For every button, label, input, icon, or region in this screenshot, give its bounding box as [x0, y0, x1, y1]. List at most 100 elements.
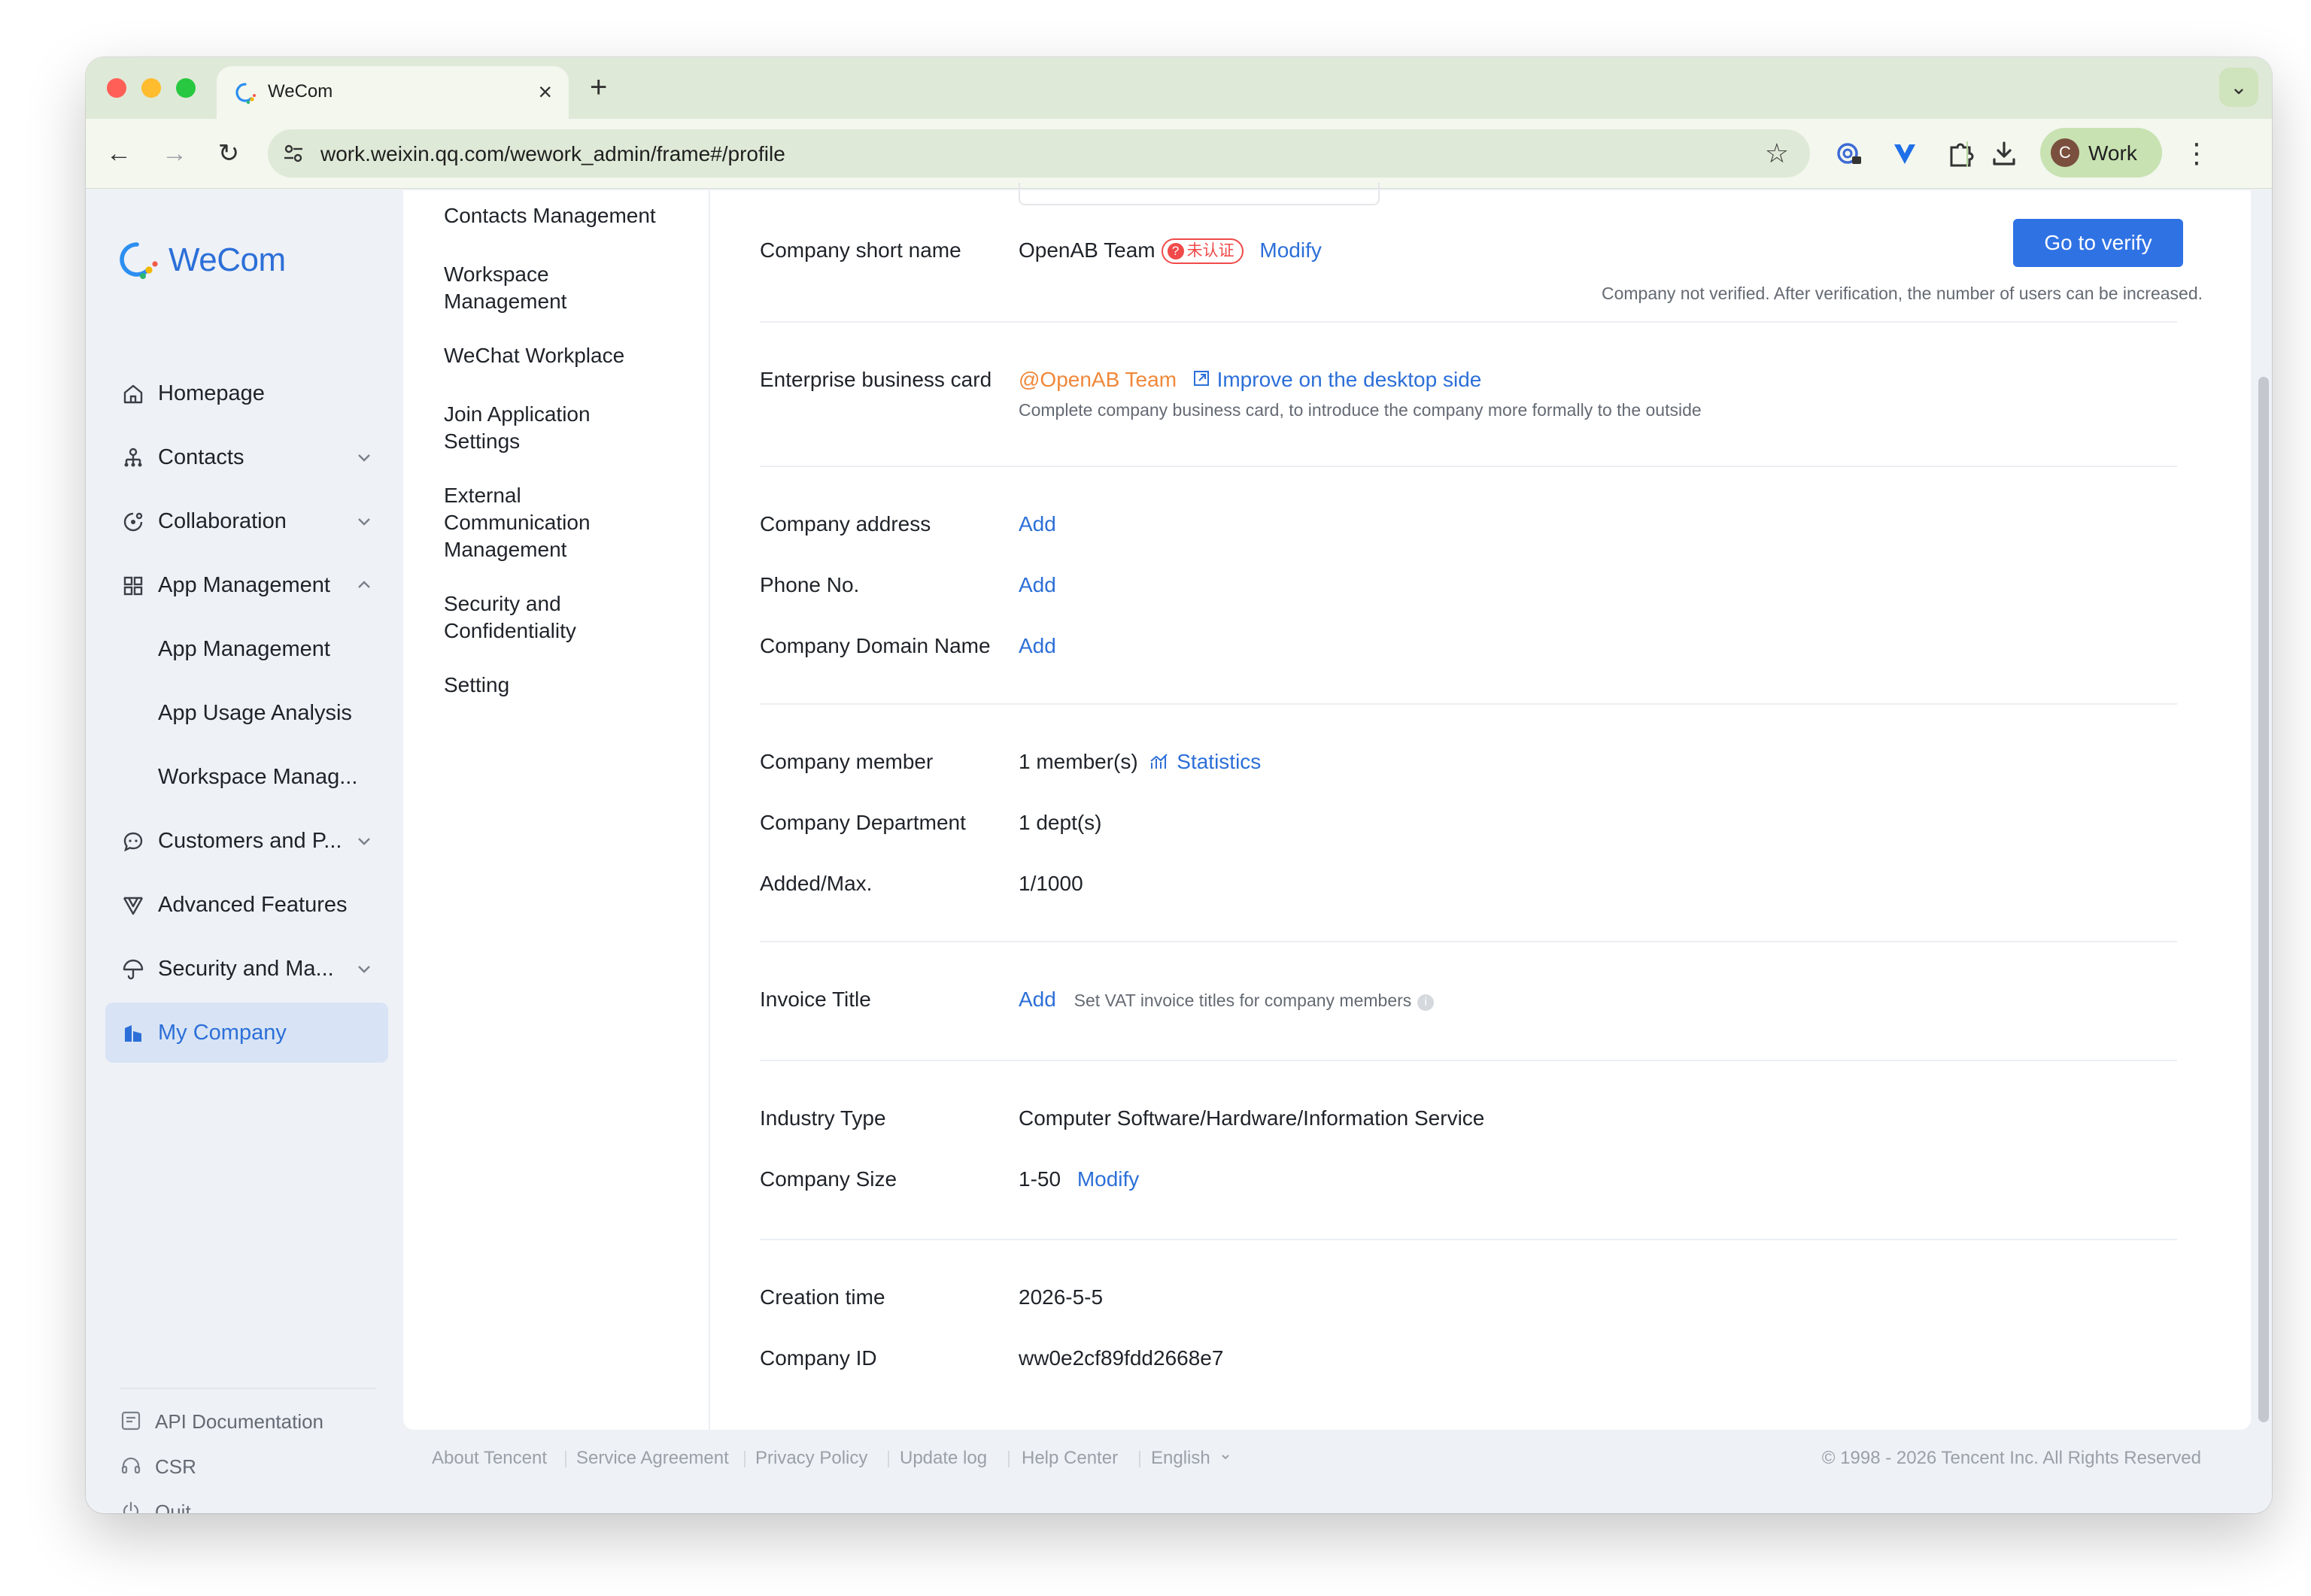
sidebar-item-my-company[interactable]: My Company: [105, 1003, 388, 1063]
member-row: 1 member(s) Statistics: [1019, 750, 1261, 774]
api-documentation-link[interactable]: API Documentation: [120, 1403, 376, 1439]
section-divider: [760, 321, 2177, 323]
improve-desktop-link[interactable]: Improve on the desktop side: [1217, 368, 1482, 391]
sidebar-subitem-app-usage-analysis[interactable]: App Usage Analysis: [105, 683, 388, 743]
profile-button[interactable]: C Work: [2040, 128, 2162, 178]
department-value: 1 dept(s): [1019, 811, 1102, 834]
footer-language-select[interactable]: English: [1151, 1448, 1231, 1469]
sidebar-item-label: My Company: [158, 1021, 287, 1045]
quit-link[interactable]: Quit: [120, 1493, 376, 1513]
sidebar-item-label: App Usage Analysis: [158, 701, 352, 725]
sidebar-item-label: App Management: [158, 573, 330, 597]
add-phone-link[interactable]: Add: [1019, 573, 1056, 597]
extension-vpn-icon[interactable]: [1890, 138, 1920, 168]
footer-link-privacy-policy[interactable]: Privacy Policy: [755, 1448, 867, 1469]
subnav-item-wechat-workplace[interactable]: WeChat Workplace: [444, 342, 700, 369]
main-card: Contacts Management Workspace Management…: [403, 183, 2251, 1430]
maximize-window-button[interactable]: [176, 78, 196, 98]
subnav-item-workspace-management[interactable]: Workspace Management: [444, 261, 594, 315]
scrollbar-thumb[interactable]: [2258, 377, 2269, 1422]
sidebar-item-security[interactable]: Security and Ma...: [105, 939, 388, 999]
browser-toolbar: ← → ↻ work.weixin.qq.com/wework_admin/fr…: [86, 119, 2272, 189]
extensions-puzzle-icon[interactable]: [1945, 138, 1975, 168]
url-text: work.weixin.qq.com/wework_admin/frame#/p…: [320, 142, 785, 165]
avatar: C: [2051, 138, 2079, 167]
business-card-label: Enterprise business card: [760, 368, 992, 391]
add-address-link[interactable]: Add: [1019, 512, 1056, 536]
footer-link-service-agreement[interactable]: Service Agreement: [576, 1448, 729, 1469]
section-divider: [760, 703, 2177, 705]
footer-link-about[interactable]: About Tencent: [432, 1448, 547, 1469]
reload-icon[interactable]: ↻: [211, 135, 247, 171]
external-open-icon: [1193, 371, 1209, 386]
profile-label: Work: [2088, 141, 2137, 165]
collaboration-icon: [123, 512, 143, 532]
creation-time-value: 2026-5-5: [1019, 1285, 1104, 1309]
minimize-window-button[interactable]: [141, 78, 161, 98]
sidebar-item-label: Homepage: [158, 381, 265, 405]
subnav-item-external-communication[interactable]: External Communication Management: [444, 482, 624, 563]
new-tab-icon[interactable]: +: [590, 69, 607, 105]
sidebar-item-label: Advanced Features: [158, 893, 348, 917]
sidebar-item-contacts[interactable]: Contacts: [105, 427, 388, 487]
go-to-verify-button[interactable]: Go to verify: [2013, 219, 2183, 267]
chevron-down-icon: [1222, 1455, 1230, 1460]
subnav-item-join-application-settings[interactable]: Join Application Settings: [444, 401, 624, 455]
umbrella-icon: [123, 959, 144, 980]
verify-hint-text: Company not verified. After verification…: [1601, 284, 2203, 303]
sidebar-item-collaboration[interactable]: Collaboration: [105, 491, 388, 551]
page-scrollbar[interactable]: [2255, 189, 2272, 1513]
csr-link[interactable]: CSR: [120, 1448, 376, 1484]
footer-link-help-center[interactable]: Help Center: [1022, 1448, 1118, 1469]
forward-arrow-icon[interactable]: →: [156, 135, 193, 171]
sidebar-item-advanced-features[interactable]: Advanced Features: [105, 875, 388, 935]
sidebar: WeCom Homepage Contacts Collaboration Ap…: [86, 189, 402, 1513]
chevron-down-icon: [358, 454, 370, 462]
wecom-admin-page: WeCom Homepage Contacts Collaboration Ap…: [86, 183, 2272, 1513]
footer-separator: [888, 1451, 889, 1467]
sidebar-item-app-management[interactable]: App Management: [105, 555, 388, 615]
browser-window: WeCom × + ⌄ ← → ↻ work.weixin.qq.com/wew…: [86, 57, 2272, 1513]
statistics-chart-icon: [1150, 754, 1168, 769]
business-card-name: @OpenAB Team: [1019, 368, 1177, 391]
unverified-badge-text: 未认证: [1186, 242, 1234, 259]
info-icon[interactable]: i: [1417, 994, 1435, 1011]
sidebar-subitem-app-management[interactable]: App Management: [105, 619, 388, 679]
close-window-button[interactable]: [107, 78, 126, 98]
sidebar-item-label: Customers and P...: [158, 829, 342, 853]
tab-close-icon[interactable]: ×: [538, 77, 552, 107]
language-label: English: [1151, 1448, 1210, 1468]
subnav-item-security-confidentiality[interactable]: Security and Confidentiality: [444, 590, 609, 645]
sidebar-item-customers[interactable]: Customers and P...: [105, 811, 388, 871]
download-icon[interactable]: [1989, 138, 2019, 168]
name-input-field[interactable]: [1019, 183, 1380, 205]
add-domain-link[interactable]: Add: [1019, 634, 1056, 658]
sidebar-subitem-workspace-management[interactable]: Workspace Manag...: [105, 747, 388, 807]
sidebar-item-homepage[interactable]: Homepage: [105, 363, 388, 423]
added-max-value: 1/1000: [1019, 872, 1083, 895]
section-divider: [760, 1060, 2177, 1061]
invoice-row: Add Set VAT invoice titles for company m…: [1019, 988, 1435, 1012]
statistics-link[interactable]: Statistics: [1177, 750, 1261, 773]
back-arrow-icon[interactable]: ←: [101, 135, 137, 171]
modify-size-link[interactable]: Modify: [1077, 1167, 1139, 1191]
subnav-item-setting[interactable]: Setting: [444, 672, 700, 699]
add-invoice-link[interactable]: Add: [1019, 988, 1056, 1011]
extension-privacy-icon[interactable]: [1834, 138, 1864, 168]
site-settings-icon[interactable]: [281, 141, 305, 165]
subnav-item-contacts-management[interactable]: Contacts Management: [444, 202, 700, 229]
creation-time-label: Creation time: [760, 1285, 885, 1309]
chevron-up-icon: [358, 581, 370, 588]
org-chart-icon: [124, 448, 142, 467]
phone-label: Phone No.: [760, 573, 860, 596]
company-icon: [125, 1025, 141, 1042]
size-row: 1-50 Modify: [1019, 1167, 1139, 1191]
bookmark-star-icon[interactable]: ☆: [1765, 137, 1789, 170]
browser-tab[interactable]: WeCom ×: [217, 66, 569, 119]
browser-menu-icon[interactable]: ⋮: [2183, 135, 2210, 171]
footer-link-update-log[interactable]: Update log: [900, 1448, 987, 1469]
tab-search-chevron-icon[interactable]: ⌄: [2219, 68, 2258, 107]
modify-short-name-link[interactable]: Modify: [1259, 238, 1321, 262]
address-label: Company address: [760, 512, 931, 536]
address-bar[interactable]: work.weixin.qq.com/wework_admin/frame#/p…: [268, 129, 1810, 178]
